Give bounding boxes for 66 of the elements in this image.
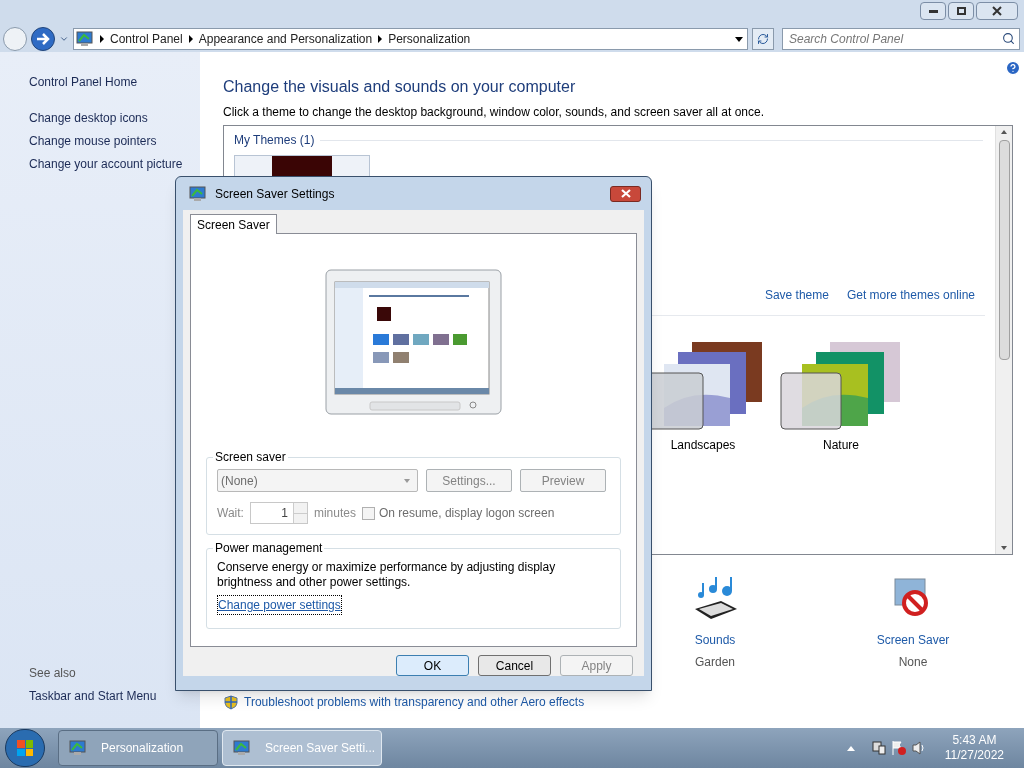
network-icon[interactable]	[870, 740, 887, 756]
sidebar-link[interactable]: Control Panel Home	[29, 71, 200, 94]
address-bar[interactable]: Control Panel Appearance and Personalization Personalization	[73, 28, 748, 50]
power-description: Conserve energy or maximize performance by adjusting display brightness and other power settings.	[217, 560, 557, 590]
breadcrumb-arrow-icon[interactable]	[100, 35, 104, 43]
breadcrumb[interactable]: Appearance and Personalization	[198, 30, 373, 48]
restore-button[interactable]	[948, 2, 974, 20]
group-label: My Themes (1)	[234, 132, 315, 149]
control-panel-icon	[69, 740, 87, 756]
dialog-title: Screen Saver Settings	[215, 185, 336, 203]
dialog-button[interactable]: Cancel	[478, 655, 551, 676]
refresh-icon[interactable]	[757, 33, 769, 45]
theme-item[interactable]: Nature	[780, 338, 902, 454]
setting-label: Sounds	[694, 632, 736, 649]
wait-spinner[interactable]: 1	[249, 502, 308, 524]
dropdown-arrow-icon[interactable]	[735, 36, 743, 42]
page-description: Click a theme to change the desktop background, window color, sounds, and screen saver all at once.	[223, 104, 765, 120]
breadcrumb-arrow-icon[interactable]	[188, 35, 193, 43]
minimize-button[interactable]	[920, 2, 946, 20]
tab[interactable]: Screen Saver	[190, 214, 277, 234]
power-settings-link[interactable]: Change power settings	[217, 595, 342, 615]
show-hidden-icons-icon[interactable]	[846, 745, 855, 751]
breadcrumb[interactable]: Personalization	[388, 30, 471, 48]
wait-unit: minutes	[313, 505, 356, 522]
theme-link[interactable]: Save theme	[764, 286, 829, 304]
close-button[interactable]	[610, 185, 641, 202]
setting-item[interactable]: Sounds Garden	[655, 575, 775, 671]
help-icon[interactable]	[1005, 60, 1021, 76]
setting-item[interactable]: Screen Saver None	[853, 575, 973, 671]
close-icon[interactable]	[992, 6, 1002, 16]
control-panel-icon	[76, 31, 94, 47]
theme-link[interactable]: Get more themes online	[846, 286, 975, 304]
sidebar-link[interactable]: Taskbar and Start Menu	[29, 685, 200, 708]
setting-value: None	[898, 654, 928, 671]
forward-button[interactable]	[31, 27, 55, 51]
scrollbar[interactable]	[995, 126, 1012, 554]
see-also-label: See also	[29, 665, 77, 682]
breadcrumb-arrow-icon[interactable]	[378, 35, 383, 43]
shield-icon	[224, 694, 238, 710]
page-heading: Change the visuals and sounds on your computer	[223, 77, 577, 97]
screen-saver-dropdown[interactable]: (None)	[217, 469, 418, 492]
setting-value: Garden	[695, 654, 735, 671]
dialog-button[interactable]: OK	[396, 655, 469, 676]
search-icon[interactable]	[1002, 32, 1015, 45]
theme-name: Landscapes	[670, 437, 736, 454]
wait-label: Wait:	[217, 505, 244, 522]
display-settings-icon	[189, 185, 207, 202]
sidebar-link[interactable]: Change mouse pointers	[29, 130, 200, 153]
troubleshoot-link[interactable]: Troubleshoot problems with transparency and other Aero effects	[244, 693, 585, 711]
close-button[interactable]	[976, 2, 1018, 20]
flag-error-icon[interactable]	[890, 740, 907, 756]
speaker-icon[interactable]	[910, 740, 927, 756]
theme-item[interactable]: Landscapes	[642, 338, 764, 454]
sidebar-link[interactable]: Change desktop icons	[29, 107, 200, 130]
search-field[interactable]: Search Control Panel	[782, 28, 1020, 50]
sidebar-link[interactable]: Change your account picture	[29, 153, 200, 176]
arrow-right-icon[interactable]	[36, 33, 50, 45]
group-label: Power management	[214, 540, 324, 557]
group-label: Screen saver	[214, 449, 287, 466]
control-panel-icon	[233, 740, 251, 756]
start-button[interactable]	[5, 729, 45, 767]
theme-name: Nature	[823, 437, 859, 454]
setting-label: Screen Saver	[876, 632, 950, 649]
recent-pages-icon[interactable]	[59, 34, 69, 44]
refresh-button[interactable]	[752, 28, 774, 50]
breadcrumb[interactable]: Control Panel	[110, 30, 183, 48]
